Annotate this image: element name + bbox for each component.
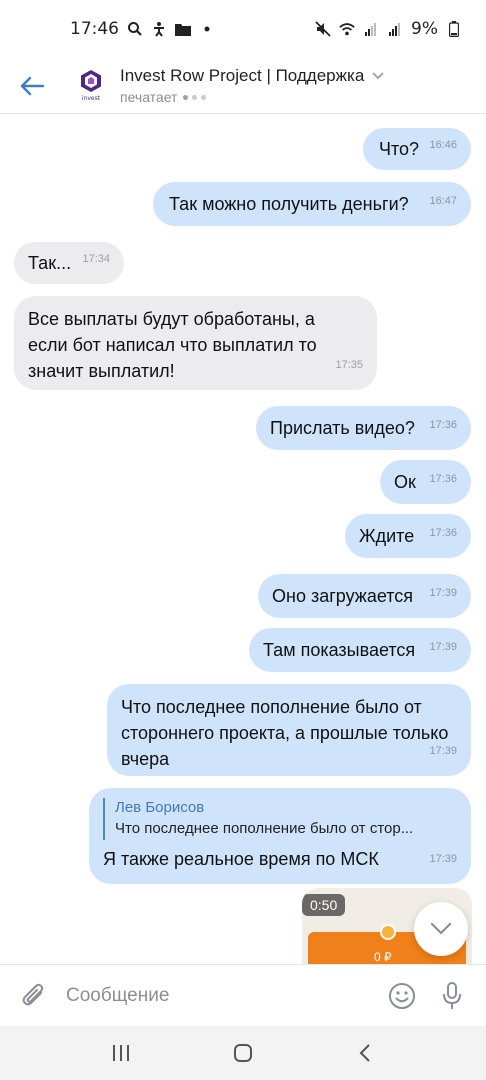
video-amount: 0 ₽ (374, 950, 392, 964)
message-in[interactable]: Все выплаты будут обработаны, а если бот… (14, 296, 377, 390)
message-time: 17:36 (429, 527, 457, 539)
battery-percent: 9% (411, 19, 438, 39)
message-time: 17:34 (82, 253, 110, 265)
smiley-icon (389, 982, 415, 1009)
chevron-left-icon (359, 1044, 370, 1062)
system-nav-bar (0, 1026, 486, 1080)
chevron-down-icon[interactable] (372, 72, 384, 80)
avatar-text: invest (81, 95, 101, 102)
voice-button[interactable] (434, 978, 470, 1014)
message-time: 17:39 (429, 853, 457, 865)
message-out[interactable]: Так можно получить деньги? 16:47 (153, 182, 471, 226)
message-time: 16:47 (429, 195, 457, 207)
back-nav-button[interactable] (345, 1033, 385, 1073)
message-in[interactable]: Так... 17:34 (14, 242, 124, 284)
invest-logo-icon (81, 70, 101, 92)
paperclip-icon (22, 983, 44, 1005)
status-bar: 17:46 9% (0, 0, 486, 58)
message-time: 17:39 (429, 641, 457, 653)
home-button[interactable] (223, 1033, 263, 1073)
emoji-button[interactable] (384, 978, 420, 1014)
wifi-icon (339, 21, 355, 37)
chat-title[interactable]: Invest Row Project | Поддержка (120, 66, 364, 86)
dot-icon (199, 21, 215, 37)
typing-status: печатает (120, 89, 178, 105)
chat-header: invest Invest Row Project | Поддержка пе… (0, 58, 486, 114)
message-composer (0, 964, 486, 1026)
message-time: 17:39 (429, 587, 457, 599)
attach-button[interactable] (16, 978, 52, 1014)
message-out[interactable]: Ждите 17:36 (345, 514, 471, 558)
reply-author: Лев Борисов (115, 799, 205, 816)
avatar[interactable]: invest (76, 66, 106, 106)
reply-text: Что последнее пополнение было от стор... (115, 820, 414, 837)
message-list[interactable]: Что? 16:46 Так можно получить деньги? 16… (0, 114, 486, 964)
microphone-icon (443, 981, 461, 1009)
video-duration: 0:50 (302, 894, 346, 916)
message-input[interactable] (52, 984, 384, 1007)
battery-icon (446, 21, 462, 37)
recent-apps-button[interactable] (101, 1033, 141, 1073)
back-button[interactable] (0, 58, 64, 114)
folder-icon (175, 21, 191, 37)
message-text: Так можно получить деньги? (169, 194, 409, 214)
mute-icon (315, 21, 331, 37)
message-out[interactable]: Ок 17:36 (380, 460, 471, 504)
reply-quote[interactable]: Лев Борисов Что последнее пополнение был… (103, 798, 457, 840)
message-text: Я также реальное время по МСК (103, 849, 379, 869)
typing-dots-icon (183, 94, 207, 100)
message-time: 17:36 (429, 419, 457, 431)
message-out[interactable]: Оно загружается 17:39 (258, 574, 471, 618)
message-time: 17:39 (429, 745, 457, 757)
status-time: 17:46 (70, 19, 119, 39)
message-text: Что последнее пополнение было от сторонн… (121, 697, 449, 769)
message-out-reply[interactable]: Лев Борисов Что последнее пополнение был… (89, 788, 471, 884)
accessibility-icon (151, 21, 167, 37)
message-time: 17:35 (335, 359, 363, 371)
recent-apps-icon (113, 1045, 129, 1061)
message-out[interactable]: Что? 16:46 (363, 128, 471, 170)
message-out[interactable]: Что последнее пополнение было от сторонн… (107, 684, 471, 776)
message-out[interactable]: Там показывается 17:39 (249, 628, 471, 672)
search-icon (127, 21, 143, 37)
message-out[interactable]: Прислать видео? 17:36 (256, 406, 471, 450)
coin-icon (380, 924, 396, 940)
arrow-left-icon (20, 76, 44, 95)
chevron-down-icon (430, 922, 452, 935)
message-text: Все выплаты будут обработаны, а если бот… (28, 309, 317, 381)
message-time: 16:46 (429, 139, 457, 151)
message-time: 17:36 (429, 473, 457, 485)
signal-icon (363, 21, 379, 37)
signal-r-icon (387, 21, 403, 37)
scroll-down-button[interactable] (414, 902, 468, 956)
home-icon (234, 1044, 252, 1062)
message-text: Что? (379, 139, 420, 159)
